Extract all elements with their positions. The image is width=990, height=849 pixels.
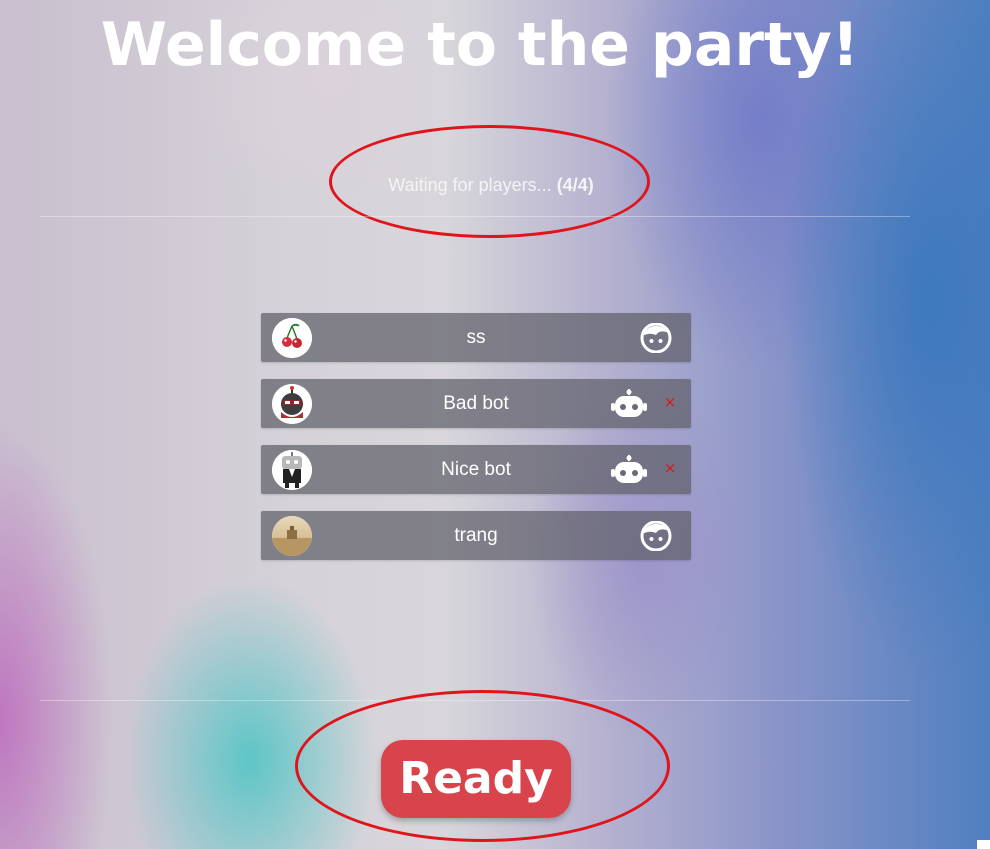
waiting-status: Waiting for players... (4/4) <box>331 175 651 196</box>
remove-bot-button[interactable]: × <box>661 457 679 479</box>
player-list: ss Bad bot × Nice bot × trang <box>261 313 691 577</box>
suited-robot-avatar <box>272 450 312 490</box>
dark-ninja-avatar <box>272 384 312 424</box>
ready-button[interactable]: Ready <box>381 740 571 818</box>
landscape-photo-avatar <box>272 516 312 556</box>
human-player-icon <box>638 520 674 552</box>
robot-icon <box>611 389 647 419</box>
remove-bot-button[interactable]: × <box>661 391 679 413</box>
robot-icon <box>611 455 647 485</box>
corner-artifact <box>977 840 990 849</box>
player-name: Bad bot <box>443 393 509 414</box>
cherries-avatar <box>272 318 312 358</box>
player-row-nice-bot: Nice bot × <box>261 445 691 494</box>
player-name: trang <box>454 525 498 546</box>
waiting-text: Waiting for players... <box>388 175 552 195</box>
divider <box>40 216 910 217</box>
player-row-bad-bot: Bad bot × <box>261 379 691 428</box>
player-row-trang: trang <box>261 511 691 560</box>
page-title: Welcome to the party! <box>100 10 860 80</box>
player-name: ss <box>466 327 486 348</box>
human-player-icon <box>638 322 674 354</box>
player-name: Nice bot <box>441 459 511 480</box>
player-count: (4/4) <box>556 175 594 195</box>
divider <box>40 700 910 701</box>
party-lobby-screen: Welcome to the party! Waiting for player… <box>0 0 990 849</box>
player-row-ss: ss <box>261 313 691 362</box>
